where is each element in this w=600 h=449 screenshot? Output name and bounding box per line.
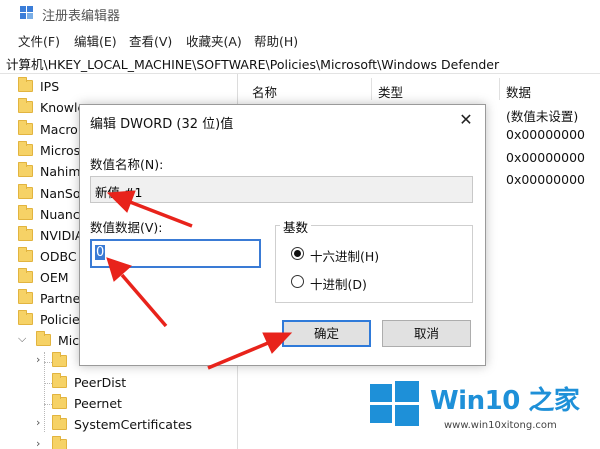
folder-icon: [18, 226, 33, 241]
tree-item-label: Macro: [40, 122, 78, 137]
radio-dec-label[interactable]: 十进制(D): [310, 274, 367, 293]
folder-icon: [18, 77, 33, 92]
ok-button[interactable]: 确定: [282, 320, 371, 347]
value-data-input[interactable]: 0: [90, 239, 261, 268]
chevron-right-icon[interactable]: ›: [36, 416, 40, 429]
tree-connector: [44, 352, 45, 432]
folder-icon: [52, 352, 67, 367]
tree-item-label: IPS: [40, 79, 60, 94]
value-data-cell: 0x00000000: [506, 127, 585, 142]
folder-icon: [52, 394, 67, 409]
folder-icon: [52, 373, 67, 388]
column-separator[interactable]: [499, 78, 500, 100]
radio-dec[interactable]: [291, 275, 304, 288]
value-name-field: 新值 #1: [90, 176, 473, 203]
column-header-name[interactable]: 名称: [252, 82, 277, 101]
folder-icon: [18, 162, 33, 177]
radio-hex[interactable]: [291, 247, 304, 260]
tree-item-label: OEM: [40, 270, 69, 285]
folder-icon: [36, 331, 51, 346]
folder-icon: [18, 98, 33, 113]
watermark-url: www.win10xitong.com: [444, 420, 557, 431]
chevron-right-icon[interactable]: ›: [36, 353, 40, 366]
menu-bar: 文件(F) 编辑(E) 查看(V) 收藏夹(A) 帮助(H): [0, 28, 600, 50]
address-path[interactable]: 计算机\HKEY_LOCAL_MACHINE\SOFTWARE\Policies…: [6, 54, 499, 73]
menu-file[interactable]: 文件(F): [18, 31, 60, 50]
tree-item-label: Micros: [40, 143, 81, 158]
window-title: 注册表编辑器: [42, 9, 121, 24]
registry-editor-icon: [20, 6, 34, 20]
folder-icon: [18, 268, 33, 283]
folder-icon: [18, 205, 33, 220]
windows-logo-icon: [370, 380, 420, 426]
value-data-cell: (数值未设置): [506, 109, 579, 124]
chevron-down-icon[interactable]: ⌵: [18, 332, 26, 346]
base-label: 基数: [280, 217, 312, 236]
tree-item-label: ODBC: [40, 249, 77, 264]
tree-item-label: NanSo: [40, 186, 81, 201]
tree-item-label: Peernet: [74, 396, 122, 411]
tree-item-label: Nahim: [40, 164, 81, 179]
menu-help[interactable]: 帮助(H): [254, 31, 298, 50]
value-data-cell: 0x00000000: [506, 172, 585, 187]
value-data-label: 数值数据(V):: [90, 220, 163, 235]
radio-hex-label[interactable]: 十六进制(H): [310, 246, 379, 265]
tree-item-label: PeerDist: [74, 375, 127, 390]
menu-favorites[interactable]: 收藏夹(A): [186, 31, 242, 50]
tree-item-label: Partne: [40, 291, 81, 306]
folder-icon: [18, 289, 33, 304]
folder-icon: [18, 184, 33, 199]
folder-icon: [18, 141, 33, 156]
menu-edit[interactable]: 编辑(E): [74, 31, 117, 50]
chevron-right-icon[interactable]: ›: [36, 437, 40, 449]
tree-item-label: Nuanc: [40, 207, 80, 222]
folder-icon: [18, 247, 33, 262]
title-bar: 注册表编辑器: [0, 0, 600, 26]
value-data-text[interactable]: 0: [95, 245, 106, 260]
watermark-title: Win10 之家: [430, 386, 580, 416]
close-icon[interactable]: ✕: [455, 109, 477, 131]
column-separator[interactable]: [371, 78, 372, 100]
cancel-button[interactable]: 取消: [382, 320, 471, 347]
folder-icon: [18, 120, 33, 135]
value-name-label: 数值名称(N):: [90, 157, 164, 172]
address-bar[interactable]: 计算机\HKEY_LOCAL_MACHINE\SOFTWARE\Policies…: [0, 50, 600, 74]
edit-dword-dialog: 编辑 DWORD (32 位)值 ✕ 数值名称(N): 新值 #1 数值数据(V…: [79, 104, 486, 366]
value-name-text: 新值 #1: [95, 185, 143, 200]
column-header-type[interactable]: 类型: [378, 82, 403, 101]
folder-icon: [18, 310, 33, 325]
tree-item-label: Mic: [58, 333, 80, 348]
folder-icon: [52, 415, 67, 430]
column-header-data[interactable]: 数据: [506, 82, 531, 101]
tree-item-label: NVIDIA: [40, 228, 84, 243]
dialog-title: 编辑 DWORD (32 位)值: [90, 117, 234, 132]
watermark: Win10 之家 www.win10xitong.com: [366, 374, 600, 449]
menu-view[interactable]: 查看(V): [129, 31, 172, 50]
tree-item-label: SystemCertificates: [74, 417, 193, 432]
value-data-cell: 0x00000000: [506, 150, 585, 165]
folder-icon: [52, 436, 67, 449]
